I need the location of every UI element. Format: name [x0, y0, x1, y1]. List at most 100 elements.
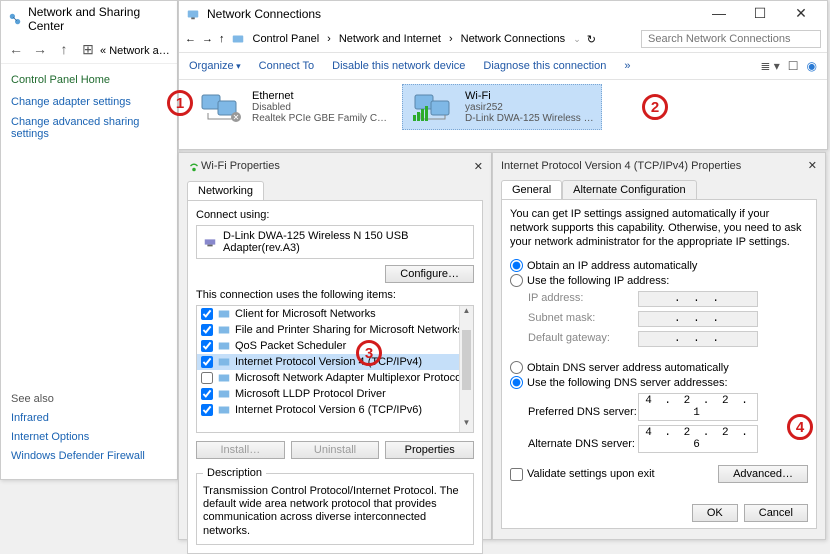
- address-bar: ← → ↑ Control Panel › Network and Intern…: [179, 26, 827, 53]
- see-also-label: See also: [11, 393, 54, 405]
- component-icon: [217, 355, 231, 369]
- list-item[interactable]: Internet Protocol Version 4 (TCP/IPv4): [197, 354, 473, 370]
- titlebar: Internet Protocol Version 4 (TCP/IPv4) P…: [493, 153, 825, 178]
- adns-field[interactable]: 4 . 2 . 2 . 6: [638, 425, 758, 453]
- maximize-button[interactable]: ☐: [740, 5, 780, 22]
- ip-manual-radio[interactable]: [510, 274, 523, 287]
- description-group: Description Transmission Control Protoco…: [196, 467, 474, 545]
- dns-auto-radio[interactable]: [510, 361, 523, 374]
- component-icon: [217, 323, 231, 337]
- scroll-thumb[interactable]: [462, 330, 471, 390]
- tab-alt-config[interactable]: Alternate Configuration: [562, 180, 697, 199]
- view-menu-icon[interactable]: ≣ ▾: [760, 59, 779, 73]
- list-item[interactable]: Microsoft LLDP Protocol Driver: [197, 386, 473, 402]
- adapter-icon: [203, 235, 217, 249]
- components-list[interactable]: Client for Microsoft Networks File and Pr…: [196, 305, 474, 433]
- item-checkbox[interactable]: [201, 404, 213, 416]
- validate-checkbox[interactable]: [510, 468, 523, 481]
- breadcrumb-net-internet[interactable]: Network and Internet: [339, 33, 441, 45]
- dns-manual-label: Use the following DNS server addresses:: [527, 377, 728, 389]
- connect-using-label: Connect using:: [196, 209, 474, 221]
- close-button[interactable]: ✕: [474, 160, 483, 173]
- organize-menu[interactable]: Organize: [189, 60, 241, 72]
- titlebar: Network and Sharing Center: [1, 1, 177, 37]
- breadcrumb-cp[interactable]: Control Panel: [253, 33, 320, 45]
- configure-button[interactable]: Configure…: [385, 265, 474, 283]
- cancel-button[interactable]: Cancel: [744, 504, 808, 522]
- advanced-button[interactable]: Advanced…: [718, 465, 808, 483]
- adapter-name: D-Link DWA-125 Wireless N 150 USB Adapte…: [223, 230, 467, 254]
- connection-ethernet[interactable]: ✕ Ethernet Disabled Realtek PCIe GBE Fam…: [189, 84, 394, 130]
- item-checkbox[interactable]: [201, 324, 213, 336]
- uninstall-button[interactable]: Uninstall: [291, 441, 380, 459]
- network-sharing-center-window: Network and Sharing Center ← → ↑ ⊞ « Net…: [0, 0, 178, 480]
- item-label: QoS Packet Scheduler: [235, 340, 346, 352]
- conn-name: Ethernet: [252, 90, 387, 102]
- title-text: Internet Protocol Version 4 (TCP/IPv4) P…: [501, 160, 741, 172]
- connect-to-action[interactable]: Connect To: [259, 60, 314, 72]
- item-checkbox[interactable]: [201, 388, 213, 400]
- address-bar: ← → ↑ ⊞ « Network a…: [1, 37, 177, 64]
- item-label: File and Printer Sharing for Microsoft N…: [235, 324, 463, 336]
- more-actions[interactable]: »: [624, 60, 630, 72]
- forward-icon[interactable]: →: [31, 41, 49, 59]
- component-icon: [217, 339, 231, 353]
- netconn-small-icon: [231, 32, 245, 46]
- ip-address-field: . . .: [638, 291, 758, 307]
- item-checkbox[interactable]: [201, 340, 213, 352]
- title-text: Network Connections: [207, 7, 321, 21]
- breadcrumb-net-conn[interactable]: Network Connections: [461, 33, 566, 45]
- list-item[interactable]: Internet Protocol Version 6 (TCP/IPv6): [197, 402, 473, 418]
- scroll-up-icon[interactable]: ▲: [460, 306, 473, 320]
- list-item[interactable]: Client for Microsoft Networks: [197, 306, 473, 322]
- close-button[interactable]: ✕: [808, 159, 817, 172]
- tab-strip: General Alternate Configuration: [501, 180, 817, 199]
- refresh-icon[interactable]: ↻: [587, 33, 596, 46]
- diagnose-action[interactable]: Diagnose this connection: [483, 60, 606, 72]
- list-item[interactable]: File and Printer Sharing for Microsoft N…: [197, 322, 473, 338]
- cp-home-link[interactable]: Control Panel Home: [11, 74, 167, 86]
- intro-text: You can get IP settings assigned automat…: [510, 208, 808, 249]
- properties-button[interactable]: Properties: [385, 441, 474, 459]
- change-advanced-sharing-link[interactable]: Change advanced sharing settings: [11, 116, 167, 140]
- help-icon[interactable]: ◉: [807, 59, 817, 73]
- adapter-box: D-Link DWA-125 Wireless N 150 USB Adapte…: [196, 225, 474, 259]
- install-button[interactable]: Install…: [196, 441, 285, 459]
- item-checkbox[interactable]: [201, 372, 213, 384]
- item-checkbox[interactable]: [201, 308, 213, 320]
- preview-pane-icon[interactable]: ☐: [788, 59, 799, 73]
- ip-auto-radio[interactable]: [510, 259, 523, 272]
- minimize-button[interactable]: —: [699, 5, 739, 22]
- firewall-link[interactable]: Windows Defender Firewall: [11, 450, 145, 462]
- pdns-field[interactable]: 4 . 2 . 2 . 1: [638, 393, 758, 421]
- tab-strip: Networking: [187, 181, 483, 200]
- tab-networking[interactable]: Networking: [187, 181, 264, 200]
- internet-options-link[interactable]: Internet Options: [11, 431, 145, 443]
- forward-icon[interactable]: →: [202, 33, 213, 45]
- back-icon[interactable]: ←: [7, 41, 25, 59]
- title-text: Wi-Fi Properties: [201, 160, 280, 172]
- disable-device-action[interactable]: Disable this network device: [332, 60, 465, 72]
- scrollbar[interactable]: ▲ ▼: [459, 306, 473, 432]
- item-checkbox[interactable]: [201, 356, 213, 368]
- change-adapter-settings-link[interactable]: Change adapter settings: [11, 96, 167, 108]
- search-input[interactable]: [641, 30, 821, 48]
- annotation-2: 2: [642, 94, 668, 120]
- up-icon[interactable]: ↑: [55, 41, 73, 59]
- ok-button[interactable]: OK: [692, 504, 738, 522]
- ip-auto-label: Obtain an IP address automatically: [527, 260, 697, 272]
- tab-body: Connect using: D-Link DWA-125 Wireless N…: [187, 200, 483, 554]
- annotation-1: 1: [167, 90, 193, 116]
- scroll-down-icon[interactable]: ▼: [460, 418, 473, 432]
- cp-icon: ⊞: [79, 41, 97, 59]
- list-item[interactable]: QoS Packet Scheduler: [197, 338, 473, 354]
- connection-wifi[interactable]: Wi-Fi yasir252 D-Link DWA-125 Wireless …: [402, 84, 602, 130]
- up-icon[interactable]: ↑: [219, 33, 225, 45]
- description-header: Description: [203, 467, 266, 479]
- infrared-link[interactable]: Infrared: [11, 412, 145, 424]
- list-item[interactable]: Microsoft Network Adapter Multiplexor Pr…: [197, 370, 473, 386]
- dns-manual-radio[interactable]: [510, 376, 523, 389]
- tab-general[interactable]: General: [501, 180, 562, 199]
- back-icon[interactable]: ←: [185, 33, 196, 45]
- close-button[interactable]: ✕: [781, 5, 821, 22]
